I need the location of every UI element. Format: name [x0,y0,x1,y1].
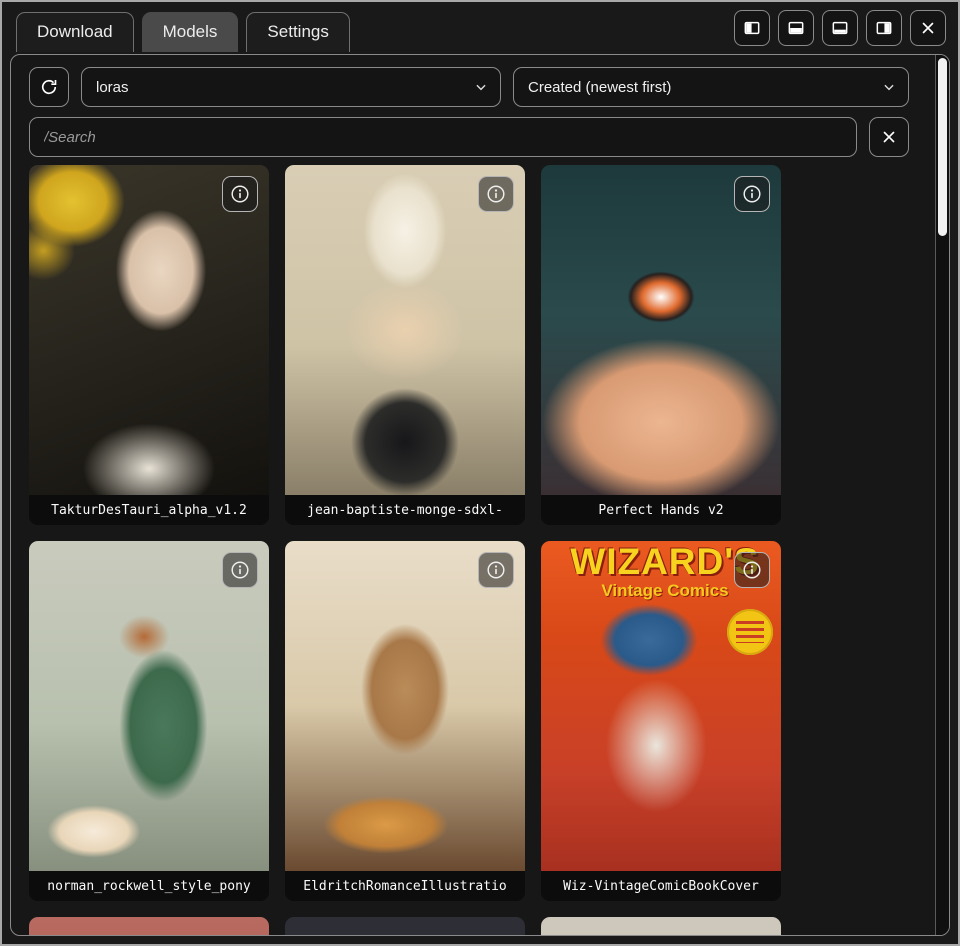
comic-badge [727,609,773,655]
close-button[interactable] [910,10,946,46]
sort-order-select[interactable]: Created (newest first) [513,67,909,107]
search-input[interactable] [42,128,844,147]
model-name: EldritchRomanceIllustratio [285,871,525,901]
model-name: Wiz-VintageComicBookCover [541,871,781,901]
comic-badge-text-lines [736,621,764,643]
model-name: jean-baptiste-monge-sdxl- [285,495,525,525]
refresh-icon [39,77,59,97]
info-icon [741,183,763,205]
model-grid: TakturDesTauri_alpha_v1.2 jean-baptiste-… [29,165,949,936]
panel-bottom-half-button[interactable] [778,10,814,46]
window-controls [734,10,946,52]
model-type-select[interactable]: loras [81,67,501,107]
info-button[interactable] [478,176,514,212]
model-thumbnail[interactable] [285,165,525,495]
model-card[interactable]: WIZARD'S Vintage Comics Wiz-VintageComic… [541,541,781,901]
filter-toolbar: loras Created (newest first) [29,67,909,107]
chevron-down-icon [474,80,488,94]
model-thumbnail[interactable] [541,165,781,495]
info-icon [229,559,251,581]
info-button[interactable] [734,552,770,588]
tab-settings[interactable]: Settings [246,12,349,52]
panel-left-icon [742,18,762,38]
model-thumbnail[interactable] [29,917,269,936]
chevron-down-icon [882,80,896,94]
search-field[interactable] [29,117,857,157]
model-thumbnail[interactable] [541,917,781,936]
model-name: TakturDesTauri_alpha_v1.2 [29,495,269,525]
models-panel: loras Created (newest first) [10,54,950,936]
model-card[interactable]: jean-baptiste-monge-sdxl- [285,165,525,525]
model-card-partial[interactable] [285,917,525,936]
sort-order-value: Created (newest first) [528,79,671,96]
panel-left-button[interactable] [734,10,770,46]
info-icon [485,559,507,581]
model-type-value: loras [96,79,129,96]
info-icon [229,183,251,205]
model-card[interactable]: EldritchRomanceIllustratio [285,541,525,901]
model-thumbnail[interactable]: WIZARD'S Vintage Comics [541,541,781,871]
panel-bottom-half-icon [786,18,806,38]
model-card-partial[interactable] [541,917,781,936]
model-thumbnail[interactable] [29,541,269,871]
search-row [29,117,909,157]
info-button[interactable] [478,552,514,588]
panel-bottom-bar-icon [830,18,850,38]
refresh-button[interactable] [29,67,69,107]
panel-right-button[interactable] [866,10,902,46]
model-thumbnail[interactable] [285,917,525,936]
model-card-partial[interactable] [29,917,269,936]
clear-search-button[interactable] [869,117,909,157]
panel-right-icon [874,18,894,38]
model-thumbnail[interactable] [29,165,269,495]
model-card[interactable]: norman_rockwell_style_pony [29,541,269,901]
close-icon [880,128,898,146]
model-card[interactable]: TakturDesTauri_alpha_v1.2 [29,165,269,525]
info-button[interactable] [734,176,770,212]
info-button[interactable] [222,552,258,588]
model-browser-window: Download Models Settings [0,0,960,946]
tab-bar: Download Models Settings [2,2,958,52]
info-icon [485,183,507,205]
model-thumbnail[interactable] [285,541,525,871]
tab-download[interactable]: Download [16,12,134,52]
info-icon [741,559,763,581]
scrollbar-thumb[interactable] [938,58,947,236]
info-button[interactable] [222,176,258,212]
panel-bottom-bar-button[interactable] [822,10,858,46]
vertical-scrollbar[interactable] [935,55,949,935]
model-name: norman_rockwell_style_pony [29,871,269,901]
close-icon [919,19,937,37]
model-card[interactable]: Perfect Hands v2 [541,165,781,525]
model-name: Perfect Hands v2 [541,495,781,525]
tab-models[interactable]: Models [142,12,239,52]
